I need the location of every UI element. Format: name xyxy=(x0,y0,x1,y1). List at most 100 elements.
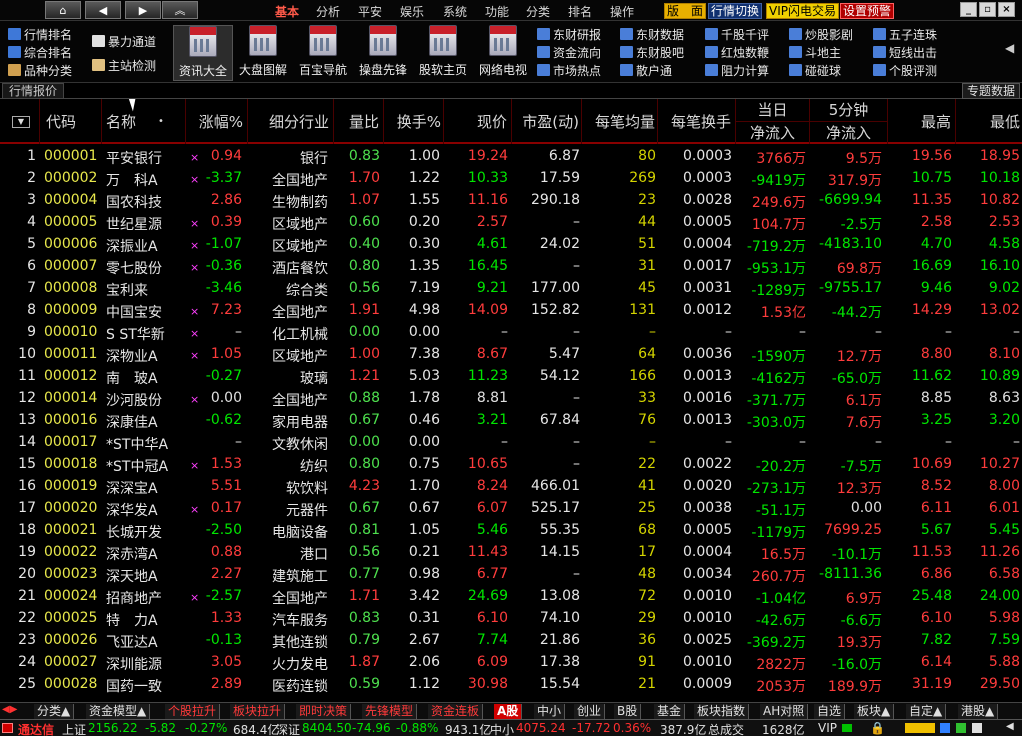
menu-ranking[interactable]: 排名 xyxy=(568,3,592,20)
table-row[interactable]: 15 000018 *ST中冠A 1.53 纺织 0.80 0.75 10.65–22 0.00… xyxy=(0,454,1022,476)
stock-review-button[interactable]: 千股千评 xyxy=(705,26,769,42)
tab-chinext[interactable]: 创业 xyxy=(574,704,606,719)
col-avg-turnover[interactable]: 每笔换手 xyxy=(658,99,736,144)
forward-button[interactable]: ▶ xyxy=(125,1,161,19)
up-button[interactable]: ︽ xyxy=(162,1,198,19)
tab-quote[interactable]: 行情报价 xyxy=(2,83,65,99)
navigation-button[interactable]: 百宝导航 xyxy=(293,25,353,81)
table-row[interactable]: 18 000021 长城开发 -2.50 电脑设备 0.81 1.05 5.46 55.35 68… xyxy=(0,520,1022,542)
table-row[interactable]: 23 000026 飞亚达A -0.13 其他连锁 0.79 2.67 7.74 21.86 36… xyxy=(0,630,1022,652)
table-row[interactable]: 13 000016 深康佳A -0.62 家用电器 0.67 0.46 3.21 67.84 76… xyxy=(0,410,1022,432)
vip-label[interactable]: VIP xyxy=(818,721,837,735)
layout-button[interactable]: 版 面 xyxy=(664,3,707,19)
vip-trade-button[interactable]: VIP闪电交易 xyxy=(766,3,839,19)
table-row[interactable]: 10 000011 深物业A 1.05 区域地产 1.00 7.38 8.67 5.47 64 0.… xyxy=(0,344,1022,366)
table-row[interactable]: 1 000001 平安银行 0.94 银行 0.83 1.00 19.24 6.87 80 0.00… xyxy=(0,146,1022,168)
web-tv-button[interactable]: 网络电视 xyxy=(473,25,533,81)
menu-basic[interactable]: 基本 xyxy=(275,3,299,20)
market-chart-button[interactable]: 大盘图解 xyxy=(233,25,293,81)
landlord-game-button[interactable]: 斗地主 xyxy=(789,44,841,60)
col-code[interactable]: 代码 xyxy=(40,99,102,144)
info-center-button[interactable]: 资讯大全 xyxy=(173,25,233,81)
bubble-game-button[interactable]: 碰碰球 xyxy=(789,62,841,78)
topic-data-button[interactable]: 专题数据 xyxy=(961,83,1020,99)
table-row[interactable]: 14 000017 *ST中华A – 文教休闲 0.00 0.00 – – – – – – – – xyxy=(0,432,1022,454)
tab-sector-rise[interactable]: 板块拉升 xyxy=(230,704,286,719)
menu-function[interactable]: 功能 xyxy=(485,3,509,20)
close-button[interactable]: × xyxy=(998,2,1015,17)
restore-button[interactable]: ▫ xyxy=(979,2,996,17)
tab-ah[interactable]: AH对照 xyxy=(760,704,809,719)
market-ranking-button[interactable]: 行情排名 xyxy=(8,26,72,42)
minimize-button[interactable]: _ xyxy=(960,2,977,17)
col-5min-netflow[interactable]: 5分钟 净流入 xyxy=(810,99,888,144)
tab-scroll-icon[interactable]: ◀▶ xyxy=(2,704,17,715)
scroll-right-icon[interactable]: ◀ xyxy=(1006,721,1014,732)
table-row[interactable]: 25 000028 国药一致 2.89 医药连锁 0.59 1.12 30.98 15.54 21… xyxy=(0,674,1022,696)
table-row[interactable]: 2 000002 万 科A -3.37 全国地产 1.70 1.22 10.33 17.59 26… xyxy=(0,168,1022,190)
tab-classify[interactable]: 分类▲ xyxy=(34,704,75,719)
table-row[interactable]: 22 000025 特 力A 1.33 汽车服务 0.83 0.31 6.10 74.10 29 0… xyxy=(0,608,1022,630)
col-pe[interactable]: 市盈(动) xyxy=(512,99,582,144)
col-name[interactable]: 名称 • xyxy=(102,99,186,144)
table-row[interactable]: 20 000023 深天地A 2.27 建筑施工 0.77 0.98 6.77 – 48 0.003… xyxy=(0,564,1022,586)
tab-instant-decision[interactable]: 即时决策 xyxy=(296,704,352,719)
forum-button[interactable]: 东财股吧 xyxy=(620,44,684,60)
fund-flow-button[interactable]: 资金流向 xyxy=(537,44,601,60)
table-row[interactable]: 8 000009 中国宝安 7.23 全国地产 1.91 4.98 14.09 152.82 13… xyxy=(0,300,1022,322)
table-row[interactable]: 19 000022 深赤湾A 0.88 港口 0.56 0.21 11.43 14.15 17 0.… xyxy=(0,542,1022,564)
menu-entertainment[interactable]: 娱乐 xyxy=(400,3,424,20)
power-channel-button[interactable]: 暴力通道 xyxy=(92,33,156,49)
film-button[interactable]: 炒股影剧 xyxy=(789,26,853,42)
server-check-button[interactable]: 主站检测 xyxy=(92,57,156,73)
table-row[interactable]: 21 000024 招商地产 -2.57 全国地产 1.71 3.42 24.69 13.08 7… xyxy=(0,586,1022,608)
back-button[interactable]: ◀ xyxy=(85,1,121,19)
col-change-pct[interactable]: 涨幅% xyxy=(186,99,248,144)
tab-b-share[interactable]: B股 xyxy=(614,704,642,719)
gomoku-button[interactable]: 五子连珠 xyxy=(873,26,937,42)
resistance-button[interactable]: 阻力计算 xyxy=(705,62,769,78)
lock-icon[interactable]: 🔒 xyxy=(870,721,885,735)
table-row[interactable]: 4 000005 世纪星源 0.39 区域地产 0.60 0.20 2.57–44 0.0005… xyxy=(0,212,1022,234)
col-volume-ratio[interactable]: 量比 xyxy=(334,99,384,144)
tab-fund-model[interactable]: 资金模型▲ xyxy=(86,704,151,719)
candle-button[interactable]: 红烛数鞭 xyxy=(705,44,769,60)
hot-spot-button[interactable]: 市场热点 xyxy=(537,62,601,78)
signal-icon[interactable] xyxy=(905,723,935,733)
col-low[interactable]: 最低 xyxy=(956,99,1022,144)
info-icon[interactable] xyxy=(972,723,982,733)
col-price[interactable]: 现价 xyxy=(444,99,512,144)
sort-menu-button[interactable]: ▼ xyxy=(0,99,40,144)
table-row[interactable]: 17 000020 深华发A 0.17 元器件 0.67 0.67 6.07 525.17 25 0… xyxy=(0,498,1022,520)
network-icon[interactable] xyxy=(940,723,950,733)
col-day-netflow[interactable]: 当日 净流入 xyxy=(736,99,810,144)
tab-pioneer-model[interactable]: 先锋模型 xyxy=(362,704,418,719)
category-button[interactable]: 品种分类 xyxy=(8,62,72,78)
table-row[interactable]: 9 000010 S ST华新 – 化工机械 0.00 0.00– – – – – – – – × xyxy=(0,322,1022,344)
stock-eval-button[interactable]: 个股评测 xyxy=(873,62,937,78)
homepage-button[interactable]: 股软主页 xyxy=(413,25,473,81)
col-turnover[interactable]: 换手% xyxy=(384,99,444,144)
short-line-button[interactable]: 短线出击 xyxy=(873,44,937,60)
tab-custom[interactable]: 自定▲ xyxy=(906,704,947,719)
col-industry[interactable]: 细分行业 xyxy=(248,99,334,144)
retail-button[interactable]: 散户通 xyxy=(620,62,672,78)
col-high[interactable]: 最高 xyxy=(888,99,956,144)
quote-switch-button[interactable]: 行情切换 xyxy=(708,3,763,19)
menu-pingan[interactable]: 平安 xyxy=(358,3,382,20)
table-row[interactable]: 16 000019 深深宝A 5.51 软饮料 4.23 1.70 8.24 466.01 41 0… xyxy=(0,476,1022,498)
tab-fund[interactable]: 基金 xyxy=(654,704,686,719)
table-row[interactable]: 12 000014 沙河股份 0.00 全国地产 0.88 1.78 8.81–33 0.001… xyxy=(0,388,1022,410)
tab-a-share[interactable]: A股 xyxy=(494,704,523,719)
tab-sector[interactable]: 板块▲ xyxy=(854,704,895,719)
table-row[interactable]: 5 000006 深振业A -1.07 区域地产 0.40 0.30 4.61 24.02 51 0… xyxy=(0,234,1022,256)
table-row[interactable]: 6 000007 零七股份 -0.36 酒店餐饮 0.80 1.35 16.45–31 0.00… xyxy=(0,256,1022,278)
menu-category[interactable]: 分类 xyxy=(526,3,550,20)
table-row[interactable]: 7 000008 宝利来 -3.46 综合类 0.56 7.19 9.21 177.00 45 0.… xyxy=(0,278,1022,300)
tab-sector-index[interactable]: 板块指数 xyxy=(694,704,750,719)
table-row[interactable]: 3 000004 国农科技 2.86 生物制药 1.07 1.55 11.16 290.18 23… xyxy=(0,190,1022,212)
menu-system[interactable]: 系统 xyxy=(443,3,467,20)
table-row[interactable]: 11 000012 南 玻A -0.27 玻璃 1.21 5.03 11.23 54.12 166… xyxy=(0,366,1022,388)
tab-watchlist[interactable]: 自选 xyxy=(814,704,846,719)
tab-hk[interactable]: 港股▲ xyxy=(958,704,999,719)
